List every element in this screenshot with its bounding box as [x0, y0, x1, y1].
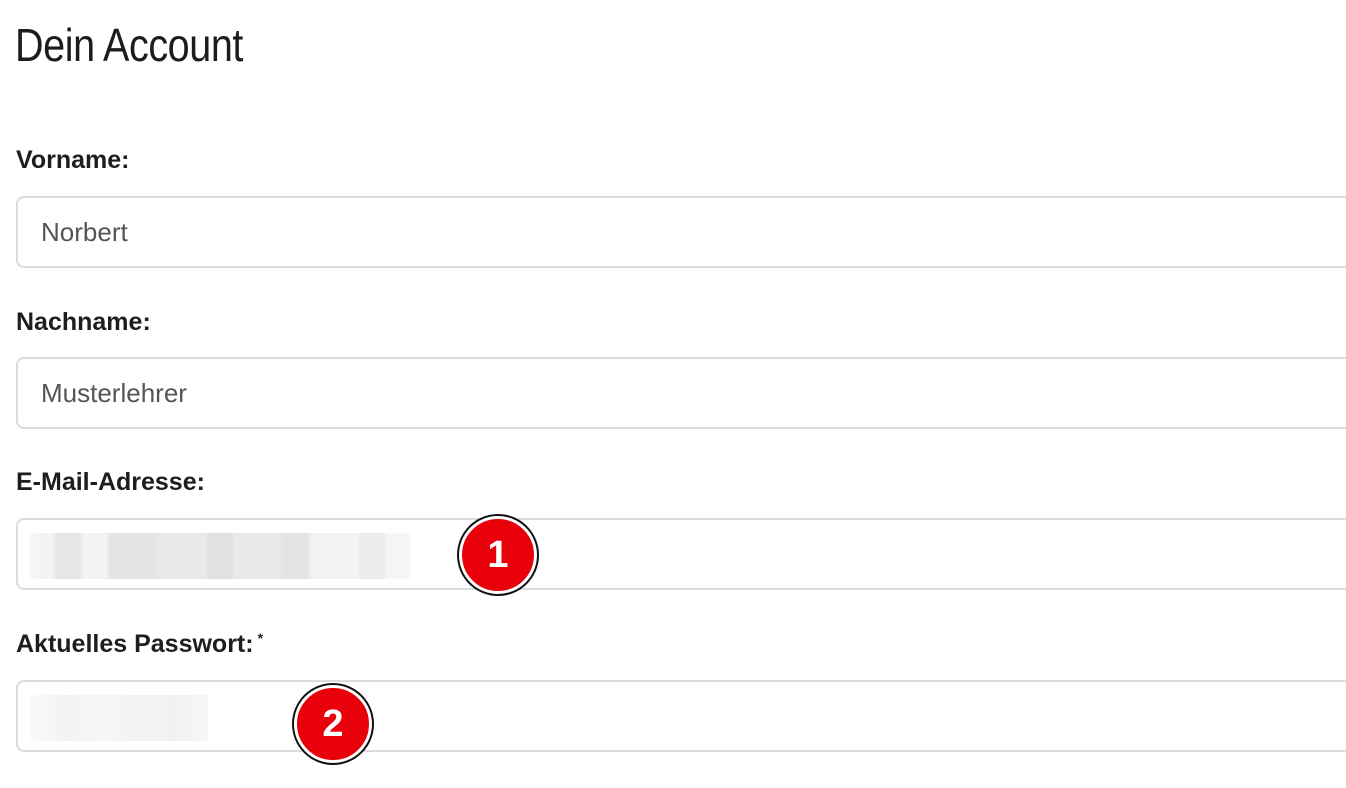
first-name-label: Vorname: [16, 146, 130, 174]
password-redacted-value [30, 695, 208, 741]
current-password-label: Aktuelles Passwort: * [16, 628, 263, 660]
annotation-marker-2: 2 [294, 685, 372, 763]
current-password-input[interactable] [16, 680, 1346, 752]
email-input[interactable] [16, 518, 1346, 590]
page-title: Dein Account [15, 19, 243, 71]
last-name-input[interactable] [16, 357, 1346, 429]
last-name-label: Nachname: [16, 308, 151, 336]
current-password-label-text: Aktuelles Passwort: [16, 630, 254, 658]
email-label: E-Mail-Adresse: [16, 468, 205, 496]
first-name-input[interactable] [16, 196, 1346, 268]
email-redacted-value [30, 533, 410, 579]
annotation-marker-1: 1 [459, 516, 537, 594]
required-asterisk: * [257, 630, 264, 646]
